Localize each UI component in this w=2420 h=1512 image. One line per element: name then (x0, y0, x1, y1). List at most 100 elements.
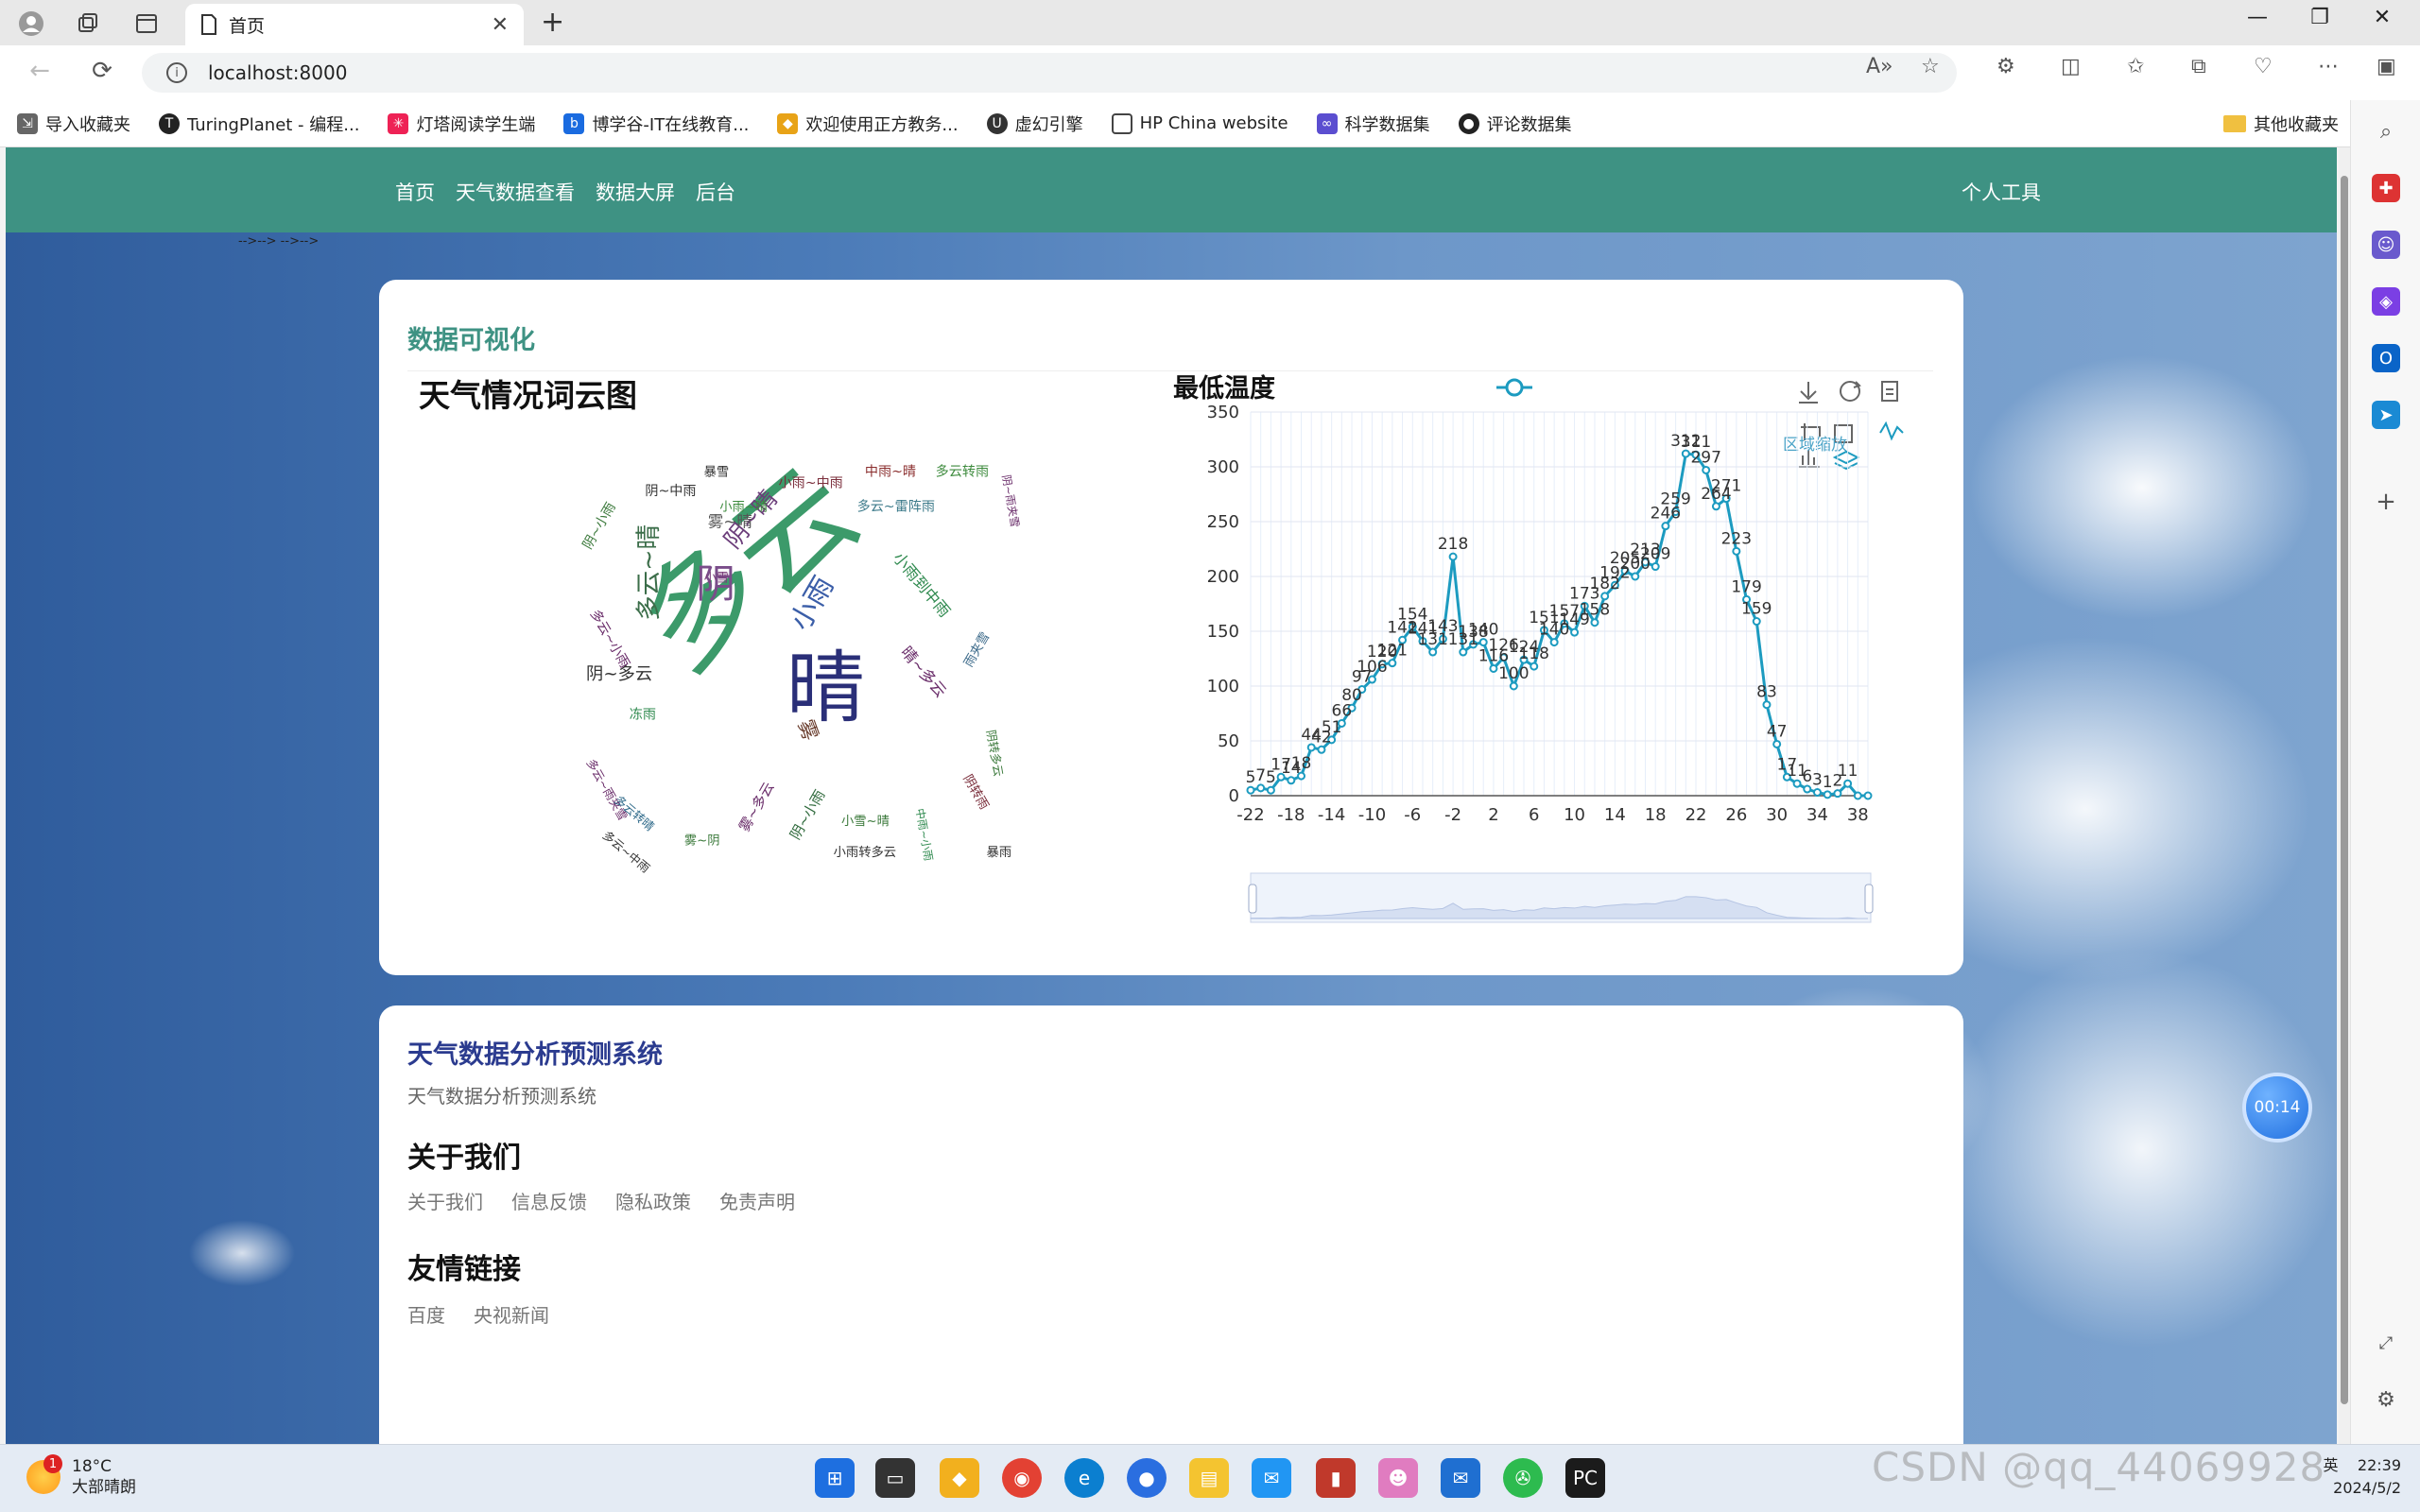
bookmark-item[interactable]: ⇲ 导入收藏夹 (17, 112, 130, 136)
app-icon[interactable]: ◆ (940, 1458, 979, 1498)
file-explorer-icon[interactable]: ▤ (1189, 1458, 1229, 1498)
link-feedback[interactable]: 信息反馈 (511, 1187, 587, 1214)
data-point[interactable] (1570, 627, 1580, 637)
data-point[interactable] (1843, 779, 1853, 788)
split-screen-icon[interactable]: ◫ (2061, 55, 2081, 78)
edge-icon[interactable]: e (1064, 1458, 1104, 1498)
restore-icon[interactable] (1840, 381, 1861, 402)
page-scrollbar[interactable] (2339, 147, 2350, 1444)
read-aloud-icon[interactable]: A» (1866, 55, 1893, 78)
workspaces-icon[interactable] (72, 8, 104, 40)
data-point[interactable] (1459, 647, 1468, 657)
profile-icon[interactable] (15, 8, 47, 40)
data-view-icon[interactable] (1881, 381, 1898, 402)
data-point[interactable] (1549, 638, 1559, 647)
data-point[interactable] (1711, 502, 1720, 511)
data-point[interactable] (1448, 552, 1458, 561)
link-privacy[interactable]: 隐私政策 (615, 1187, 691, 1214)
restore-button[interactable]: ❐ (2291, 6, 2348, 29)
data-point[interactable] (1702, 465, 1711, 474)
datazoom-slider[interactable] (1248, 872, 1874, 923)
slider-handle-icon[interactable] (1496, 378, 1532, 397)
favorite-star-icon[interactable]: ☆ (1921, 55, 1940, 78)
data-point[interactable] (1661, 522, 1670, 531)
data-point[interactable] (1752, 617, 1761, 627)
extensions-icon[interactable]: ⚙ (1996, 55, 2015, 78)
nav-dashboard[interactable]: 数据大屏 (596, 178, 675, 206)
send-icon[interactable]: ➤ (2372, 401, 2400, 429)
datazoom-left-handle[interactable] (1248, 884, 1257, 914)
app-icon[interactable]: ● (1127, 1458, 1167, 1498)
data-point[interactable] (1823, 790, 1832, 799)
more-menu-icon[interactable]: ⋯ (2318, 55, 2339, 78)
download-icon[interactable] (1799, 382, 1818, 404)
data-point[interactable] (1590, 618, 1599, 627)
data-point[interactable] (1600, 592, 1610, 601)
vertical-tabs-icon[interactable] (130, 8, 163, 40)
data-point[interactable] (1317, 745, 1326, 754)
data-point[interactable] (1287, 776, 1296, 785)
bookmark-item[interactable]: ● 评论数据集 (1458, 112, 1572, 136)
search-icon[interactable]: ⌕ (2372, 117, 2400, 146)
browser-essentials-icon[interactable]: ♡ (2254, 55, 2273, 78)
url-bar[interactable]: i localhost:8000 (142, 53, 1957, 93)
data-point[interactable] (1833, 789, 1842, 799)
data-point[interactable] (1772, 739, 1782, 748)
back-button[interactable]: ← (21, 57, 59, 85)
datazoom-right-handle[interactable] (1864, 884, 1874, 914)
data-point[interactable] (1530, 662, 1539, 671)
data-point[interactable] (1651, 562, 1660, 572)
settings-icon[interactable]: ⚙ (2372, 1385, 2400, 1414)
data-point[interactable] (1762, 700, 1772, 710)
collections-icon[interactable]: ⧉ (2191, 55, 2206, 78)
data-point[interactable] (1246, 785, 1255, 795)
new-tab-button[interactable]: + (541, 6, 564, 39)
link-about-us[interactable]: 关于我们 (407, 1187, 483, 1214)
system-tray[interactable]: 英 22:39 2024/5/2 (2324, 1454, 2401, 1500)
timer-badge[interactable]: 00:14 (2246, 1076, 2308, 1139)
data-point[interactable] (1509, 681, 1518, 691)
add-icon[interactable]: + (2372, 488, 2400, 516)
bookmark-item[interactable]: b 博学谷-IT在线教育... (563, 112, 749, 136)
data-point[interactable] (1732, 546, 1741, 556)
wechat-icon[interactable]: ✇ (1503, 1458, 1543, 1498)
chrome-icon[interactable]: ◉ (1002, 1458, 1042, 1498)
pycharm-icon[interactable]: PC (1565, 1458, 1605, 1498)
refresh-button[interactable]: ⟳ (83, 57, 121, 85)
bookmark-item[interactable]: ◆ 欢迎使用正方教务... (777, 112, 959, 136)
bookmark-item[interactable]: ✳ 灯塔阅读学生端 (388, 112, 535, 136)
expand-icon[interactable]: ⤢ (2372, 1329, 2400, 1357)
data-point[interactable] (1812, 788, 1822, 798)
link-cctv-news[interactable]: 央视新闻 (474, 1300, 549, 1328)
favorites-icon[interactable]: ✩ (2127, 55, 2144, 78)
data-point[interactable] (1631, 572, 1640, 581)
bookmark-item[interactable]: U 虚幻引擎 (986, 112, 1083, 136)
data-point[interactable] (1256, 783, 1266, 793)
data-point[interactable] (1853, 791, 1862, 800)
bookmark-item[interactable]: T TuringPlanet - 编程... (159, 112, 359, 136)
minimize-button[interactable]: — (2229, 6, 2286, 29)
other-bookmarks[interactable]: 其他收藏夹 (2223, 112, 2339, 136)
data-point[interactable] (1863, 791, 1873, 800)
weather-widget[interactable]: 1 18°C 大部晴朗 (26, 1454, 136, 1498)
bookmark-item[interactable]: ∞ 科学数据集 (1316, 112, 1430, 136)
data-point[interactable] (1803, 784, 1812, 794)
data-point[interactable] (1489, 663, 1498, 673)
people-icon[interactable]: ☺ (2372, 231, 2400, 259)
link-disclaimer[interactable]: 免责声明 (719, 1187, 795, 1214)
data-point[interactable] (1266, 785, 1275, 795)
personal-tools-link[interactable]: 个人工具 (1962, 178, 2041, 206)
close-window-button[interactable]: ✕ (2354, 6, 2411, 29)
chat-icon[interactable]: ✉ (1252, 1458, 1291, 1498)
tab-home[interactable]: 首页 ✕ (185, 4, 524, 45)
copilot-icon[interactable]: ◈ (2372, 287, 2400, 316)
start-icon[interactable]: ⊞ (815, 1458, 855, 1498)
link-baidu[interactable]: 百度 (407, 1300, 445, 1328)
data-point[interactable] (1428, 647, 1438, 657)
data-point[interactable] (1792, 779, 1802, 788)
app-icon[interactable]: ☻ (1378, 1458, 1418, 1498)
scrollbar-thumb[interactable] (2341, 176, 2348, 1404)
outlook-icon[interactable]: O (2372, 344, 2400, 372)
nav-home[interactable]: 首页 (395, 178, 435, 206)
mail-icon[interactable]: ✉ (1441, 1458, 1480, 1498)
